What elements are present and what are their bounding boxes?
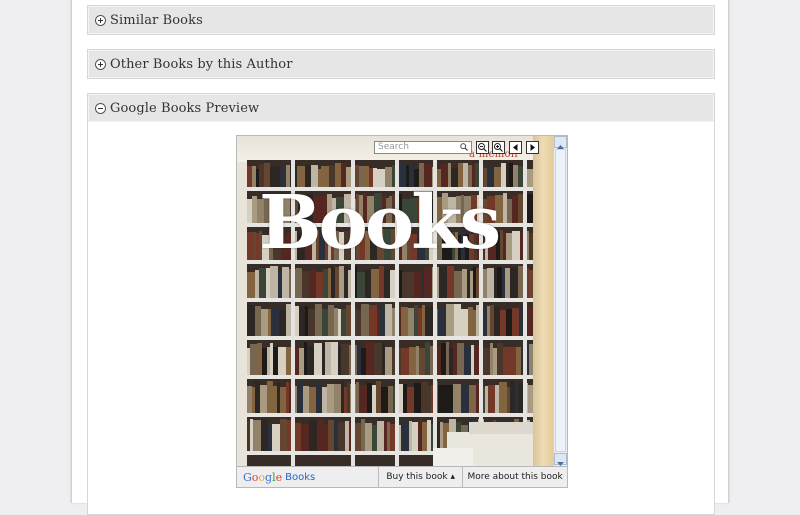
prev-page-icon[interactable] xyxy=(509,140,522,154)
panel-title: Google Books Preview xyxy=(110,100,260,116)
cover-left-margin xyxy=(237,162,247,466)
viewer-bottom-bar: Google Books Buy this book ▴ More about … xyxy=(237,466,567,487)
expand-icon[interactable] xyxy=(95,58,106,70)
google-books-preview-panel: Google Books Preview Books a memoir Sear… xyxy=(87,93,715,515)
buy-this-book-button[interactable]: Buy this book ▴ xyxy=(378,467,462,487)
zoom-out-icon[interactable] xyxy=(476,140,489,154)
other-books-panel: Other Books by this Author xyxy=(87,49,715,79)
google-books-viewer: Books a memoir Search Google Books Buy t… xyxy=(236,135,568,488)
scroll-down-icon[interactable] xyxy=(554,453,567,466)
cover-photo-bookshelves: Books xyxy=(247,160,533,466)
similar-books-header[interactable]: Similar Books xyxy=(88,6,714,34)
search-input[interactable]: Search xyxy=(374,140,472,154)
similar-books-panel: Similar Books xyxy=(87,5,715,35)
next-page-icon[interactable] xyxy=(526,140,539,154)
search-placeholder: Search xyxy=(378,141,409,152)
zoom-in-icon[interactable] xyxy=(492,140,505,154)
cover-title: Books xyxy=(259,180,501,266)
books-logo-text: Books xyxy=(285,471,316,483)
scrollbar-thumb[interactable] xyxy=(555,149,566,452)
google-books-preview-header[interactable]: Google Books Preview xyxy=(88,94,714,122)
search-icon[interactable] xyxy=(460,142,468,151)
more-about-this-book-button[interactable]: More about this book xyxy=(462,467,567,487)
collapse-icon[interactable] xyxy=(95,102,106,114)
google-logo-text: Google xyxy=(243,470,283,484)
panel-title: Similar Books xyxy=(110,12,203,28)
content-page: Similar Books Other Books by this Author… xyxy=(71,0,729,515)
viewer-toolbar: Search xyxy=(374,139,539,155)
book-page[interactable]: Books a memoir Search xyxy=(237,136,553,466)
google-books-logo[interactable]: Google Books xyxy=(237,467,378,487)
other-books-header[interactable]: Other Books by this Author xyxy=(88,50,714,78)
expand-icon[interactable] xyxy=(95,14,106,26)
scroll-up-icon[interactable] xyxy=(554,136,567,149)
panel-title: Other Books by this Author xyxy=(110,56,293,72)
vertical-scrollbar[interactable] xyxy=(553,136,567,466)
cover-spine-edge xyxy=(533,136,553,466)
